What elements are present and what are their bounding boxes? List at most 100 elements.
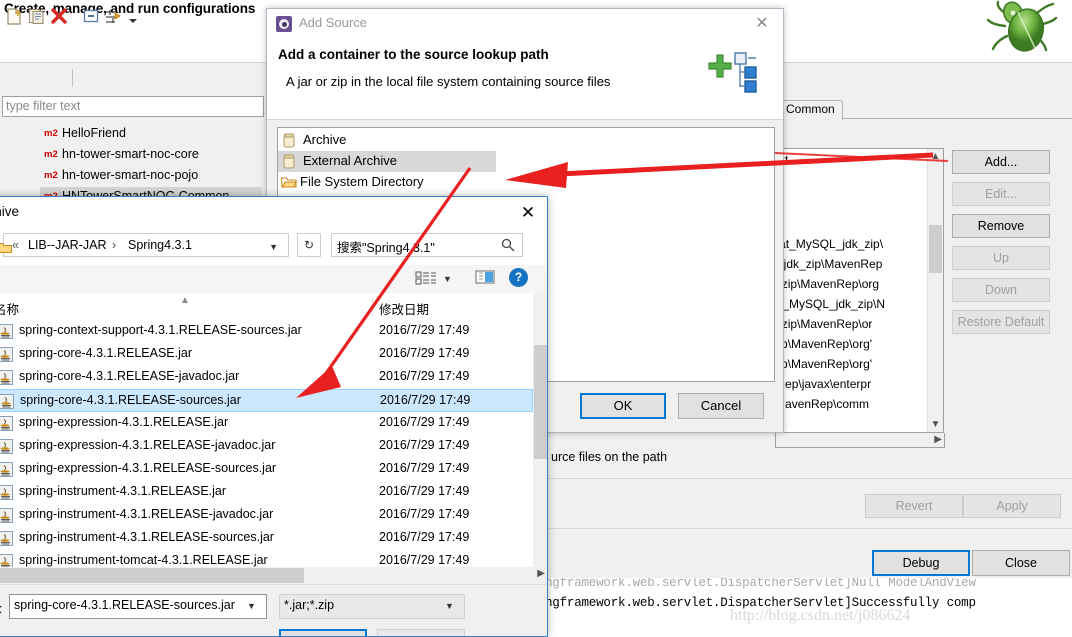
- scroll-down-icon[interactable]: ▼: [928, 417, 943, 432]
- maven-badge: m2: [44, 128, 58, 139]
- preview-pane-icon[interactable]: [475, 269, 495, 285]
- file-modified-date: 2016/7/29 17:49: [379, 346, 470, 360]
- chevron-down-icon[interactable]: ▼: [269, 242, 278, 252]
- debug-button[interactable]: Debug: [872, 550, 970, 576]
- file-list-item[interactable]: spring-instrument-4.3.1.RELEASE-sources.…: [0, 527, 533, 550]
- divider: [545, 478, 1072, 479]
- jar-icon: [283, 154, 295, 169]
- file-list-item[interactable]: spring-core-4.3.1.RELEASE-sources.jar 201…: [0, 389, 533, 412]
- scroll-right-icon[interactable]: ▶: [934, 433, 942, 447]
- search-icon: [501, 238, 515, 252]
- breadcrumb-segment-2[interactable]: Spring4.3.1: [128, 238, 192, 252]
- scrollbar-thumb[interactable]: [0, 568, 304, 583]
- horizontal-scrollbar[interactable]: ▶: [775, 433, 945, 448]
- cancel-button[interactable]: [377, 629, 465, 636]
- list-item[interactable]: L_jdk_zip\MavenRep\org': [775, 337, 872, 351]
- list-item-archive[interactable]: Archive: [278, 130, 774, 151]
- file-modified-date: 2016/7/29 17:49: [379, 323, 470, 337]
- filename-value: spring-core-4.3.1.RELEASE-sources.jar: [14, 598, 235, 612]
- watermark-text: http://blog.csdn.net/j086624: [730, 607, 911, 624]
- tree-item-hellofriend[interactable]: m2 HelloFriend: [0, 124, 265, 145]
- toolbar-separator: [72, 69, 73, 87]
- file-list-item[interactable]: spring-expression-4.3.1.RELEASE.jar 2016/…: [0, 412, 533, 435]
- breadcrumb-segment-1[interactable]: LIB--JAR-JAR: [28, 238, 106, 252]
- file-list-item[interactable]: spring-instrument-tomcat-4.3.1.RELEASE.j…: [0, 550, 533, 567]
- file-name: spring-instrument-4.3.1.RELEASE-javadoc.…: [19, 507, 274, 521]
- scroll-up-icon[interactable]: ▲: [928, 149, 943, 164]
- file-name: spring-instrument-4.3.1.RELEASE.jar: [19, 484, 227, 498]
- file-list[interactable]: spring-context-support-4.3.1.RELEASE-sou…: [0, 320, 533, 567]
- list-item-file-system-directory[interactable]: File System Directory: [278, 172, 774, 193]
- list-item[interactable]: a_Tomcat_MySQL_jdk_zip\: [775, 237, 883, 251]
- close-button[interactable]: Close: [972, 550, 1070, 576]
- file-list-scrollbar[interactable]: ▼: [533, 293, 547, 583]
- console-line: ngframework.web.servlet.DispatcherServle…: [545, 578, 976, 590]
- tree-item-hn-tower-smart-noc-pojo[interactable]: m2 hn-tower-smart-noc-pojo: [0, 166, 265, 187]
- chevron-down-icon[interactable]: ▼: [443, 274, 452, 284]
- scrollbar-thumb[interactable]: [534, 345, 547, 459]
- tree-item-hn-tower-smart-noc-core[interactable]: m2 hn-tower-smart-noc-core: [0, 145, 265, 166]
- list-item[interactable]: QL_jdk_zip\MavenRep\or: [775, 317, 872, 331]
- file-list-item[interactable]: spring-core-4.3.1.RELEASE-javadoc.jar 201…: [0, 366, 533, 389]
- revert-button: Revert: [865, 494, 963, 518]
- java-jar-file-icon: [0, 416, 13, 431]
- file-modified-date: 2016/7/29 17:49: [379, 415, 470, 429]
- scrollbar-thumb[interactable]: [929, 225, 942, 273]
- column-header-date[interactable]: 修改日期: [379, 299, 429, 318]
- close-icon[interactable]: ✕: [515, 202, 541, 224]
- list-item-external-archive[interactable]: External Archive: [278, 151, 496, 172]
- close-icon[interactable]: ✕: [751, 14, 773, 34]
- ok-button[interactable]: OK: [580, 393, 666, 419]
- refresh-icon[interactable]: ↻: [297, 233, 321, 257]
- dialog-toolbar: [0, 265, 547, 294]
- collapse-all-icon[interactable]: [82, 8, 100, 25]
- chevron-down-icon[interactable]: ▼: [247, 601, 256, 611]
- list-item[interactable]: \MavenRep\javax\enterpr: [775, 377, 871, 391]
- breadcrumb-overflow[interactable]: «: [12, 238, 19, 252]
- file-modified-date: 2016/7/29 17:49: [379, 484, 470, 498]
- search-placeholder: 搜索"Spring4.3.1": [337, 241, 435, 255]
- list-item[interactable]: _Tomcat_MySQL_jdk_zip\N: [775, 297, 885, 311]
- banner-subheading: A jar or zip in the local file system co…: [286, 74, 611, 89]
- file-modified-date: 2016/7/29 17:49: [379, 369, 470, 383]
- java-jar-file-icon: [0, 531, 13, 546]
- file-modified-date: 2016/7/29 17:49: [379, 553, 470, 567]
- column-header-name[interactable]: 名称: [0, 299, 19, 318]
- file-list-item[interactable]: spring-instrument-4.3.1.RELEASE-javadoc.…: [0, 504, 533, 527]
- column-divider[interactable]: [372, 298, 373, 316]
- open-button[interactable]: [279, 629, 367, 636]
- file-list-item[interactable]: spring-instrument-4.3.1.RELEASE.jar 2016/…: [0, 481, 533, 504]
- filter-icon[interactable]: [104, 8, 122, 25]
- file-open-dialog: rchive ✕ « LIB--JAR-JAR › Spring4.3.1 ▼ …: [0, 196, 548, 637]
- breadcrumb[interactable]: « LIB--JAR-JAR › Spring4.3.1 ▼: [3, 233, 289, 257]
- java-jar-file-icon: [0, 508, 13, 523]
- file-modified-date: 2016/7/29 17:49: [379, 507, 470, 521]
- scroll-right-icon[interactable]: ▶: [537, 568, 545, 579]
- chevron-down-icon[interactable]: [128, 12, 138, 23]
- list-item[interactable]: L_jdk_zip\MavenRep\org': [775, 357, 872, 371]
- file-list-hscrollbar[interactable]: ◀ ▶: [0, 567, 547, 584]
- tree-item-label: hn-tower-smart-noc-core: [62, 147, 199, 161]
- file-name: spring-context-support-4.3.1.RELEASE-sou…: [19, 323, 302, 337]
- eclipse-gear-icon: [276, 16, 292, 32]
- duplicate-icon[interactable]: [28, 8, 46, 25]
- file-list-item[interactable]: spring-core-4.3.1.RELEASE.jar 2016/7/29 1…: [0, 343, 533, 366]
- view-list-icon[interactable]: [415, 270, 437, 286]
- add-button[interactable]: Add...: [952, 150, 1050, 174]
- source-lookup-path-list[interactable]: \jre\lib\ext ib\ext ib\ext a_Tomcat_MySQ…: [774, 148, 944, 433]
- chevron-down-icon[interactable]: ▼: [445, 601, 454, 611]
- vertical-scrollbar[interactable]: ▲ ▼: [927, 149, 943, 432]
- new-configuration-icon[interactable]: [6, 8, 24, 25]
- cancel-button[interactable]: Cancel: [678, 393, 764, 419]
- sort-ascending-icon: ▲: [180, 295, 190, 306]
- help-icon[interactable]: ?: [509, 268, 528, 287]
- list-item[interactable]: dk_zip\MavenRep\comm: [775, 397, 869, 411]
- delete-red-x-icon[interactable]: [50, 8, 68, 25]
- file-list-item[interactable]: spring-expression-4.3.1.RELEASE-javadoc.…: [0, 435, 533, 458]
- list-item[interactable]: MySQL_jdk_zip\MavenRep: [775, 257, 882, 271]
- file-list-item[interactable]: spring-context-support-4.3.1.RELEASE-sou…: [0, 320, 533, 343]
- file-list-item[interactable]: spring-expression-4.3.1.RELEASE-sources.…: [0, 458, 533, 481]
- list-item[interactable]: QL_jdk_zip\MavenRep\org: [775, 277, 879, 291]
- remove-button[interactable]: Remove: [952, 214, 1050, 238]
- dialog-title: rchive: [0, 204, 20, 219]
